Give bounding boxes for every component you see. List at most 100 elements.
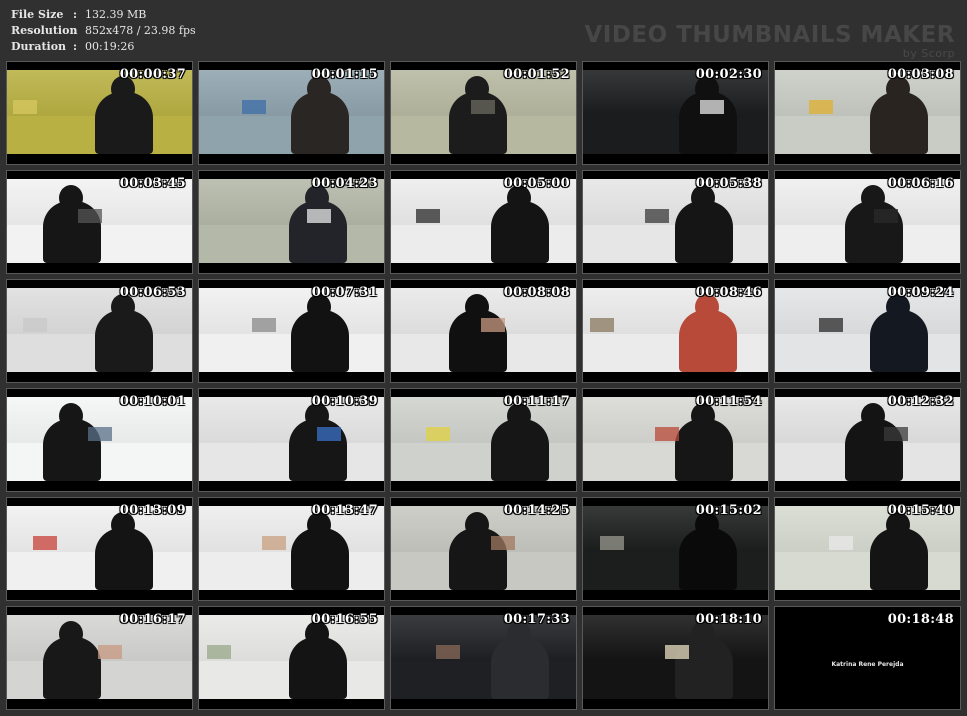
scene-accent [884,427,908,441]
timestamp-label: 00:11:54 [695,394,762,409]
timestamp-label: 00:01:52 [503,67,570,82]
timestamp-label: 00:18:10 [695,612,762,627]
colon: : [73,40,78,53]
colon: : [73,24,78,37]
thumbnail-frame-image: Katrina Rene Perejda [775,615,960,699]
thumbnail-frame-image [391,70,576,154]
scene-accent [655,427,679,441]
video-thumbnail[interactable]: 00:14:25 [390,497,577,601]
thumbnail-frame-image [199,506,384,590]
thumbnail-frame-image [199,179,384,263]
timestamp-label: 00:17:33 [503,612,570,627]
timestamp-label: 00:06:53 [119,285,186,300]
timestamp-label: 00:15:40 [887,503,954,518]
thumbnail-frame-image [583,288,768,372]
video-thumbnail[interactable]: 00:11:54 [582,388,769,492]
video-thumbnail[interactable]: 00:01:52 [390,61,577,165]
video-thumbnail[interactable]: 00:15:02 [582,497,769,601]
thumbnail-frame-image [775,397,960,481]
video-thumbnail[interactable]: 00:11:17 [390,388,577,492]
scene-figure-head [861,185,885,211]
video-thumbnail[interactable]: 00:00:37 [6,61,193,165]
file-info-panel: File Size : 132.39 MB Resolution : 852x4… [11,7,196,55]
video-thumbnail[interactable]: 00:05:38 [582,170,769,274]
timestamp-label: 00:13:09 [119,503,186,518]
timestamp-label: 00:02:30 [695,67,762,82]
timestamp-label: 00:14:25 [503,503,570,518]
video-thumbnail[interactable]: 00:15:40 [774,497,961,601]
scene-accent [78,209,102,223]
scene-accent [700,100,724,114]
video-thumbnail[interactable]: 00:04:23 [198,170,385,274]
thumbnail-frame-image [199,70,384,154]
thumbnail-frame-image [583,506,768,590]
video-thumbnail[interactable]: 00:08:46 [582,279,769,383]
scene-figure-head [465,512,489,538]
video-thumbnail[interactable]: 00:12:32 [774,388,961,492]
video-thumbnail[interactable]: 00:05:00 [390,170,577,274]
scene-figure-head [465,76,489,102]
video-thumbnail[interactable]: 00:01:15 [198,61,385,165]
scene-accent [98,645,122,659]
thumbnail-frame-image [7,615,192,699]
video-thumbnail[interactable]: 00:10:01 [6,388,193,492]
thumbnail-frame-image [391,179,576,263]
scene-accent [590,318,614,332]
video-thumbnail[interactable]: 00:08:08 [390,279,577,383]
thumbnail-frame-image [775,288,960,372]
resolution-label: Resolution [11,24,78,37]
scene-accent [317,427,341,441]
timestamp-label: 00:10:39 [311,394,378,409]
video-thumbnail[interactable]: 00:09:24 [774,279,961,383]
thumbnail-frame-image [391,615,576,699]
video-thumbnail[interactable]: 00:03:08 [774,61,961,165]
thumbnail-frame-image [199,615,384,699]
video-thumbnail[interactable]: 00:06:16 [774,170,961,274]
thumbnail-frame-image [391,288,576,372]
video-thumbnail[interactable]: 00:03:45 [6,170,193,274]
timestamp-label: 00:16:55 [311,612,378,627]
timestamp-label: 00:13:47 [311,503,378,518]
scene-figure-head [861,403,885,429]
timestamp-label: 00:11:17 [503,394,570,409]
file-size-value: 132.39 MB [85,8,147,21]
scene-figure-head [465,294,489,320]
resolution-row: Resolution : 852x478 / 23.98 fps [11,23,196,39]
scene-accent [819,318,843,332]
colon: : [73,8,78,21]
video-thumbnail[interactable]: 00:13:47 [198,497,385,601]
duration-value: 00:19:26 [85,40,135,53]
timestamp-label: 00:08:08 [503,285,570,300]
timestamp-label: 00:18:48 [887,612,954,627]
file-size-row: File Size : 132.39 MB [11,7,196,23]
scene-accent [645,209,669,223]
scene-accent [665,645,689,659]
video-thumbnail[interactable]: 00:16:55 [198,606,385,710]
thumbnail-frame-image [583,397,768,481]
file-size-label: File Size [11,8,64,21]
thumbnail-frame-image [7,179,192,263]
scene-accent [252,318,276,332]
scene-accent [481,318,505,332]
timestamp-label: 00:01:15 [311,67,378,82]
video-thumbnail[interactable]: 00:17:33 [390,606,577,710]
video-thumbnail[interactable]: 00:18:10 [582,606,769,710]
video-thumbnail[interactable]: 00:06:53 [6,279,193,383]
duration-label: Duration [11,40,67,53]
scene-accent [13,100,37,114]
video-thumbnail[interactable]: 00:16:17 [6,606,193,710]
video-thumbnail[interactable]: 00:13:09 [6,497,193,601]
scene-accent [262,536,286,550]
video-thumbnail[interactable]: Katrina Rene Perejda 00:18:48 [774,606,961,710]
scene-accent [491,536,515,550]
thumbnail-frame-image [583,615,768,699]
scene-accent [829,536,853,550]
video-thumbnail[interactable]: 00:10:39 [198,388,385,492]
thumbnail-frame-image [775,179,960,263]
video-thumbnail[interactable]: 00:07:31 [198,279,385,383]
thumbnail-grid: 00:00:37 00:01:15 00:01:52 00:02:30 00:03:08… [6,61,961,710]
video-thumbnail[interactable]: 00:02:30 [582,61,769,165]
scene-accent [23,318,47,332]
timestamp-label: 00:03:45 [119,176,186,191]
duration-row: Duration : 00:19:26 [11,39,196,55]
